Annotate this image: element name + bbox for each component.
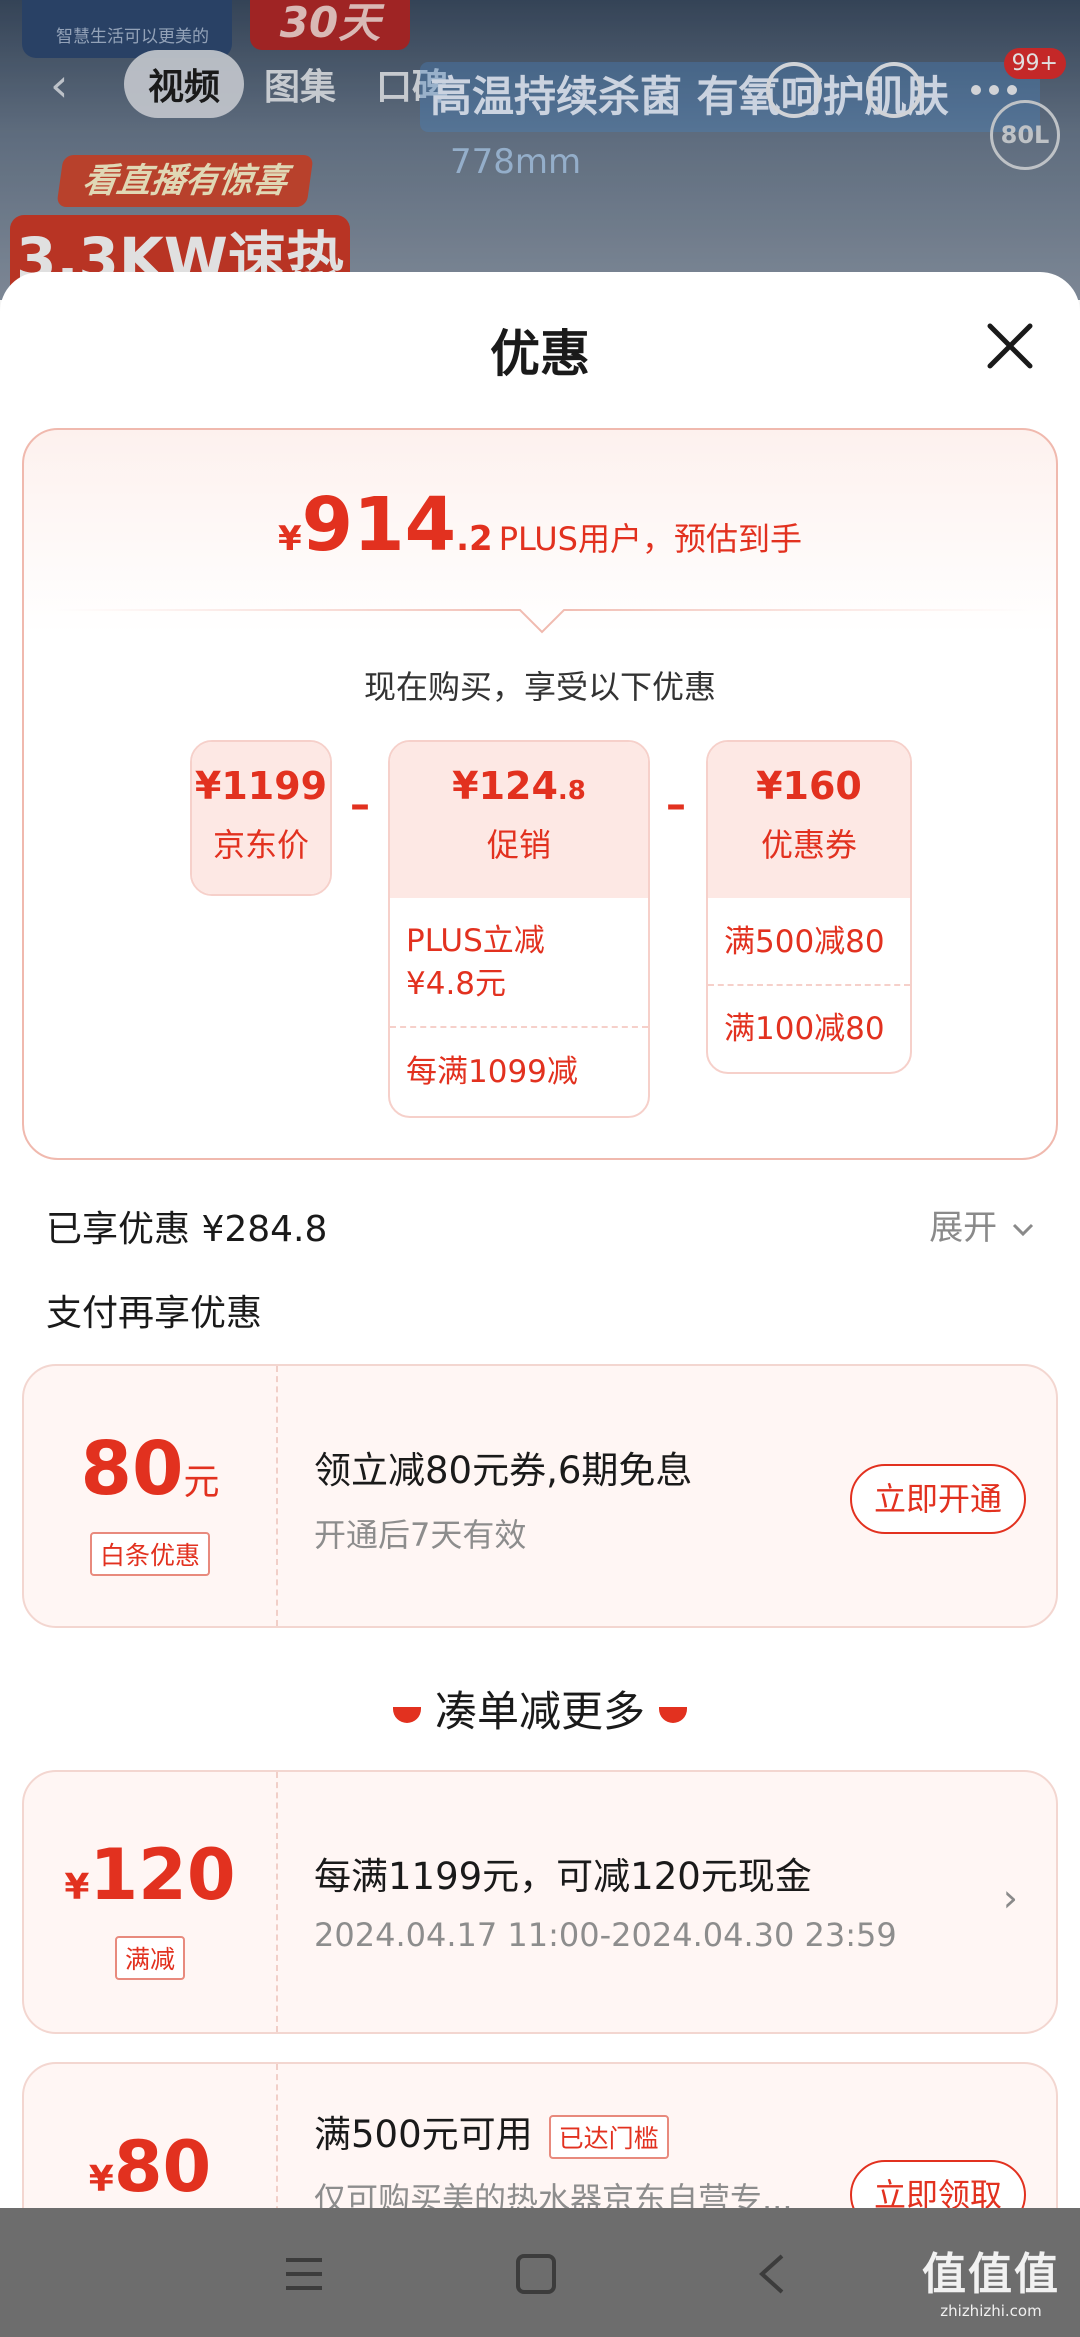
promo-item-full-reduction: 每满1099减120 <box>406 1054 578 1090</box>
chevron-down-icon <box>1012 1223 1034 1236</box>
coupon-80-yen: ¥ <box>88 2159 114 2200</box>
minus-sign: – <box>350 782 370 828</box>
more-discount-label: 凑单减更多 <box>434 1687 645 1736</box>
coupon-box: ¥160 优惠券 满500减80 满100减80 <box>706 740 912 1074</box>
coupon-80-card: ¥80 满500元可用 已达门槛 仅可购买美的热水器京东自营专... 立即领取 <box>22 2062 1058 2212</box>
pay-more-title: 支付再享优惠 <box>46 1293 263 1334</box>
activate-button[interactable]: 立即开通 <box>850 1464 1026 1534</box>
baitiao-amount: 80元 <box>24 1426 276 1512</box>
minus-sign: – <box>666 782 686 828</box>
coupon-80-number: 80 <box>113 2126 212 2208</box>
coupon-item-100: 满100减80 <box>724 1011 885 1047</box>
full-reduction-period: 2024.04.17 11:00-2024.04.30 23:59 <box>314 1916 897 1954</box>
full-reduction-amount: ¥120 <box>24 1834 276 1916</box>
watermark-sub: zhizhizhi.com <box>940 2302 1042 2320</box>
claim-button[interactable]: 立即领取 <box>850 2160 1026 2212</box>
chevron-right-icon: › <box>1002 1876 1018 1920</box>
price-breakdown-card: ¥914.2 PLUS用户，预估到手 现在购买，享受以下优惠 ¥1199 京东价 … <box>22 428 1058 1160</box>
coupon-item-500: 满500减80 <box>708 898 910 986</box>
product-page-background: 智慧生活可以更美的 30天 ‹ 视频 图集 口碑 高温持续杀菌 有氧呵护肌肤 7… <box>0 0 1080 300</box>
promo-item-plus: PLUS立减 ¥4.8元 <box>390 898 648 1028</box>
more-discount-title: 凑单减更多 <box>0 1678 1080 1739</box>
jd-price-box: ¥1199 京东价 <box>190 740 332 896</box>
full-reduction-left: ¥120 满减 <box>24 1772 278 2032</box>
close-icon[interactable] <box>980 316 1040 376</box>
baitiao-title: 领立减80元券,6期免息 <box>314 1449 693 1492</box>
background-dim-overlay <box>0 0 1080 300</box>
coupon-80-title-row: 满500元可用 已达门槛 <box>314 2104 669 2159</box>
saved-amount: 已享优惠 ¥284.8 <box>46 1209 328 1250</box>
divider-arrow <box>54 609 1030 634</box>
baitiao-tag: 白条优惠 <box>89 1532 211 1576</box>
estimated-price-note: PLUS用户，预估到手 <box>498 520 802 558</box>
promo-amount-integer: ¥124 <box>452 764 558 808</box>
decor-cup-left <box>392 1706 421 1723</box>
coupon-80-left: ¥80 <box>24 2064 278 2212</box>
estimated-price-decimal: .2 <box>456 519 493 559</box>
buy-now-text: 现在购买，享受以下优惠 <box>363 668 716 706</box>
promo-box: ¥124.8 促销 PLUS立减 ¥4.8元 每满1099减120 <box>388 740 650 1118</box>
full-reduction-card[interactable]: ¥120 满减 每满1199元，可减120元现金 2024.04.17 11:0… <box>22 1770 1058 2034</box>
estimated-price-integer: 914 <box>301 482 457 568</box>
promo-amount: ¥124.8 <box>390 742 648 808</box>
expand-button[interactable]: 展开 <box>929 1200 1034 1249</box>
baitiao-amount-number: 80 <box>80 1426 184 1512</box>
discount-sheet: 优惠 ¥914.2 PLUS用户，预估到手 现在购买，享受以下优惠 ¥1199 京… <box>0 272 1080 2212</box>
baitiao-subtitle: 开通后7天有效 <box>314 1516 527 1554</box>
decor-cup-right <box>659 1706 687 1723</box>
promo-label: 促销 <box>486 826 551 864</box>
threshold-reached-tag: 已达门槛 <box>548 2114 669 2159</box>
promo-amount-decimal: .8 <box>557 776 586 806</box>
estimated-price: ¥914.2 PLUS用户，预估到手 <box>24 482 1056 568</box>
back-nav-icon[interactable] <box>752 2252 792 2296</box>
jd-price-amount: ¥1199 <box>194 764 328 808</box>
menu-icon[interactable] <box>282 2252 326 2296</box>
coupon-80-subtitle: 仅可购买美的热水器京东自营专... <box>314 2180 793 2212</box>
full-reduction-title: 每满1199元，可减120元现金 <box>314 1855 812 1898</box>
sheet-title: 优惠 <box>490 325 590 383</box>
full-reduction-number: 120 <box>89 1834 236 1916</box>
expand-label: 展开 <box>929 1208 998 1248</box>
home-icon[interactable] <box>514 2252 558 2296</box>
baitiao-amount-unit: 元 <box>183 1462 220 1503</box>
watermark-logo: 值值值 zhizhizhi.com <box>916 2238 1066 2320</box>
full-reduction-tag: 满减 <box>114 1936 186 1980</box>
coupon-80-amount: ¥80 <box>24 2126 276 2208</box>
full-reduction-yen: ¥ <box>64 1867 90 1908</box>
estimated-price-yen: ¥ <box>278 519 302 559</box>
coupon-label: 优惠券 <box>760 826 857 864</box>
baitiao-offer-card: 80元 白条优惠 领立减80元券,6期免息 开通后7天有效 立即开通 <box>22 1364 1058 1628</box>
baitiao-offer-left: 80元 白条优惠 <box>24 1366 278 1626</box>
jd-price-label: 京东价 <box>212 826 309 864</box>
coupon-amount: ¥160 <box>756 764 862 808</box>
coupon-80-title: 满500元可用 <box>314 2113 533 2156</box>
watermark-main: 值值值 <box>922 2249 1060 2300</box>
